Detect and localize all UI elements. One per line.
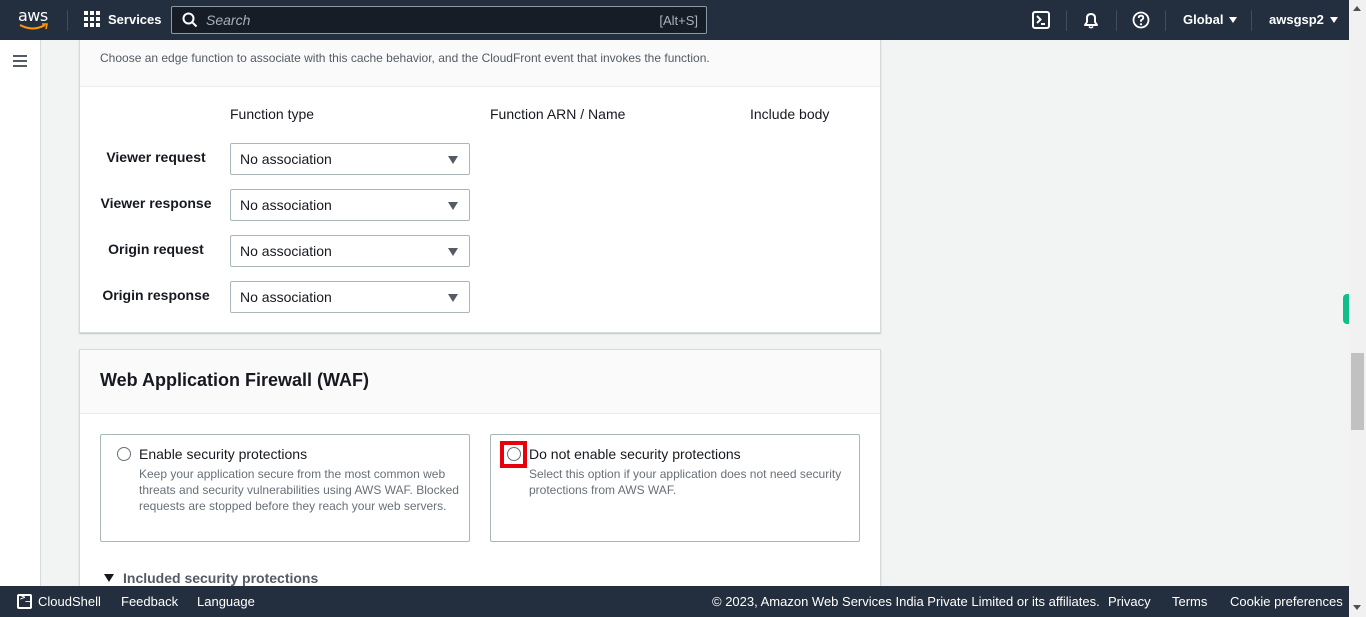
cloudshell-label: CloudShell (38, 594, 101, 609)
origin-response-select[interactable]: No association (230, 281, 470, 313)
aws-smile-icon (19, 23, 48, 30)
terms-link[interactable]: Terms (1172, 594, 1207, 609)
help-icon (1132, 11, 1150, 29)
account-menu[interactable]: awsgsp2 (1269, 12, 1338, 27)
included-security-protections-expander[interactable]: Included security protections (104, 570, 318, 586)
feedback-link[interactable]: Feedback (121, 594, 178, 609)
row-label-origin-response: Origin response (102, 287, 210, 303)
option-description: Keep your application secure from the mo… (139, 467, 459, 513)
search-shortcut: [Alt+S] (659, 12, 698, 28)
top-navigation: aws Services Search [Alt+S] Global awsgs… (0, 0, 1349, 40)
column-header-function-arn: Function ARN / Name (490, 106, 626, 122)
caret-down-icon (1229, 16, 1238, 23)
nav-divider (1066, 10, 1067, 31)
option-label: Do not enable security protections (529, 446, 741, 462)
account-label: awsgsp2 (1269, 12, 1324, 27)
panel-header: Choose an edge function to associate wit… (80, 40, 880, 87)
select-value: No association (240, 151, 332, 167)
cloudshell-icon (1032, 11, 1050, 29)
do-not-enable-security-radio[interactable] (507, 447, 521, 461)
caret-down-icon (1329, 16, 1338, 23)
notifications-button[interactable] (1081, 10, 1101, 30)
privacy-link[interactable]: Privacy (1108, 594, 1151, 609)
scrollbar-thumb[interactable] (1351, 353, 1364, 430)
dropdown-caret-icon (448, 156, 458, 164)
dropdown-caret-icon (448, 202, 458, 210)
enable-security-protections-tile[interactable]: Enable security protections Keep your ap… (100, 434, 470, 542)
menu-toggle-icon[interactable] (13, 55, 27, 67)
viewer-request-select[interactable]: No association (230, 143, 470, 175)
side-navigation-rail (0, 40, 41, 586)
nav-divider (67, 10, 68, 31)
services-label: Services (108, 11, 162, 27)
column-header-include-body: Include body (750, 106, 830, 122)
row-label-viewer-request: Viewer request (106, 149, 206, 165)
nav-divider (1251, 10, 1252, 31)
do-not-enable-security-protections-tile[interactable]: Do not enable security protections Selec… (490, 434, 860, 542)
waf-panel: Web Application Firewall (WAF) Enable se… (79, 349, 881, 589)
copyright-text: © 2023, Amazon Web Services India Privat… (712, 594, 1100, 609)
select-value: No association (240, 289, 332, 305)
caret-down-icon (104, 574, 114, 582)
cookie-preferences-link[interactable]: Cookie preferences (1230, 594, 1343, 609)
select-value: No association (240, 243, 332, 259)
expander-label: Included security protections (123, 570, 319, 586)
row-label-origin-request: Origin request (108, 241, 204, 257)
cloudshell-button[interactable] (1031, 10, 1051, 30)
enable-security-radio[interactable] (117, 447, 131, 461)
panel-header: Web Application Firewall (WAF) (80, 350, 880, 414)
nav-divider (1116, 10, 1117, 31)
aws-logo[interactable]: aws (17, 6, 51, 33)
footer: CloudShell Feedback Language © 2023, Ama… (0, 586, 1349, 617)
scroll-down-arrow-icon[interactable] (1353, 605, 1361, 610)
column-header-function-type: Function type (230, 106, 315, 122)
cloudshell-footer-button[interactable]: CloudShell (17, 593, 101, 609)
dropdown-caret-icon (448, 294, 458, 302)
dropdown-caret-icon (448, 248, 458, 256)
viewer-response-select[interactable]: No association (230, 189, 470, 221)
panel-description: Choose an edge function to associate wit… (100, 51, 710, 65)
search-icon (182, 12, 198, 28)
cloudshell-icon (17, 593, 32, 609)
scroll-up-arrow-icon[interactable] (1353, 6, 1361, 11)
search-placeholder: Search (206, 12, 251, 28)
select-value: No association (240, 197, 332, 213)
region-selector[interactable]: Global (1183, 12, 1238, 27)
help-button[interactable] (1131, 10, 1151, 30)
waf-title: Web Application Firewall (WAF) (100, 370, 370, 390)
language-link[interactable]: Language (197, 594, 255, 609)
services-menu-button[interactable]: Services (84, 11, 162, 27)
bell-icon (1084, 13, 1098, 29)
search-input[interactable]: Search [Alt+S] (171, 6, 707, 34)
option-label: Enable security protections (139, 446, 308, 462)
services-grid-icon (84, 11, 100, 27)
option-description: Select this option if your application d… (529, 467, 842, 497)
row-label-viewer-response: Viewer response (100, 195, 212, 211)
nav-divider (1165, 10, 1166, 31)
page-scrollbar[interactable] (1349, 0, 1366, 617)
origin-request-select[interactable]: No association (230, 235, 470, 267)
region-label: Global (1183, 12, 1224, 27)
function-associations-panel: Choose an edge function to associate wit… (79, 40, 881, 333)
